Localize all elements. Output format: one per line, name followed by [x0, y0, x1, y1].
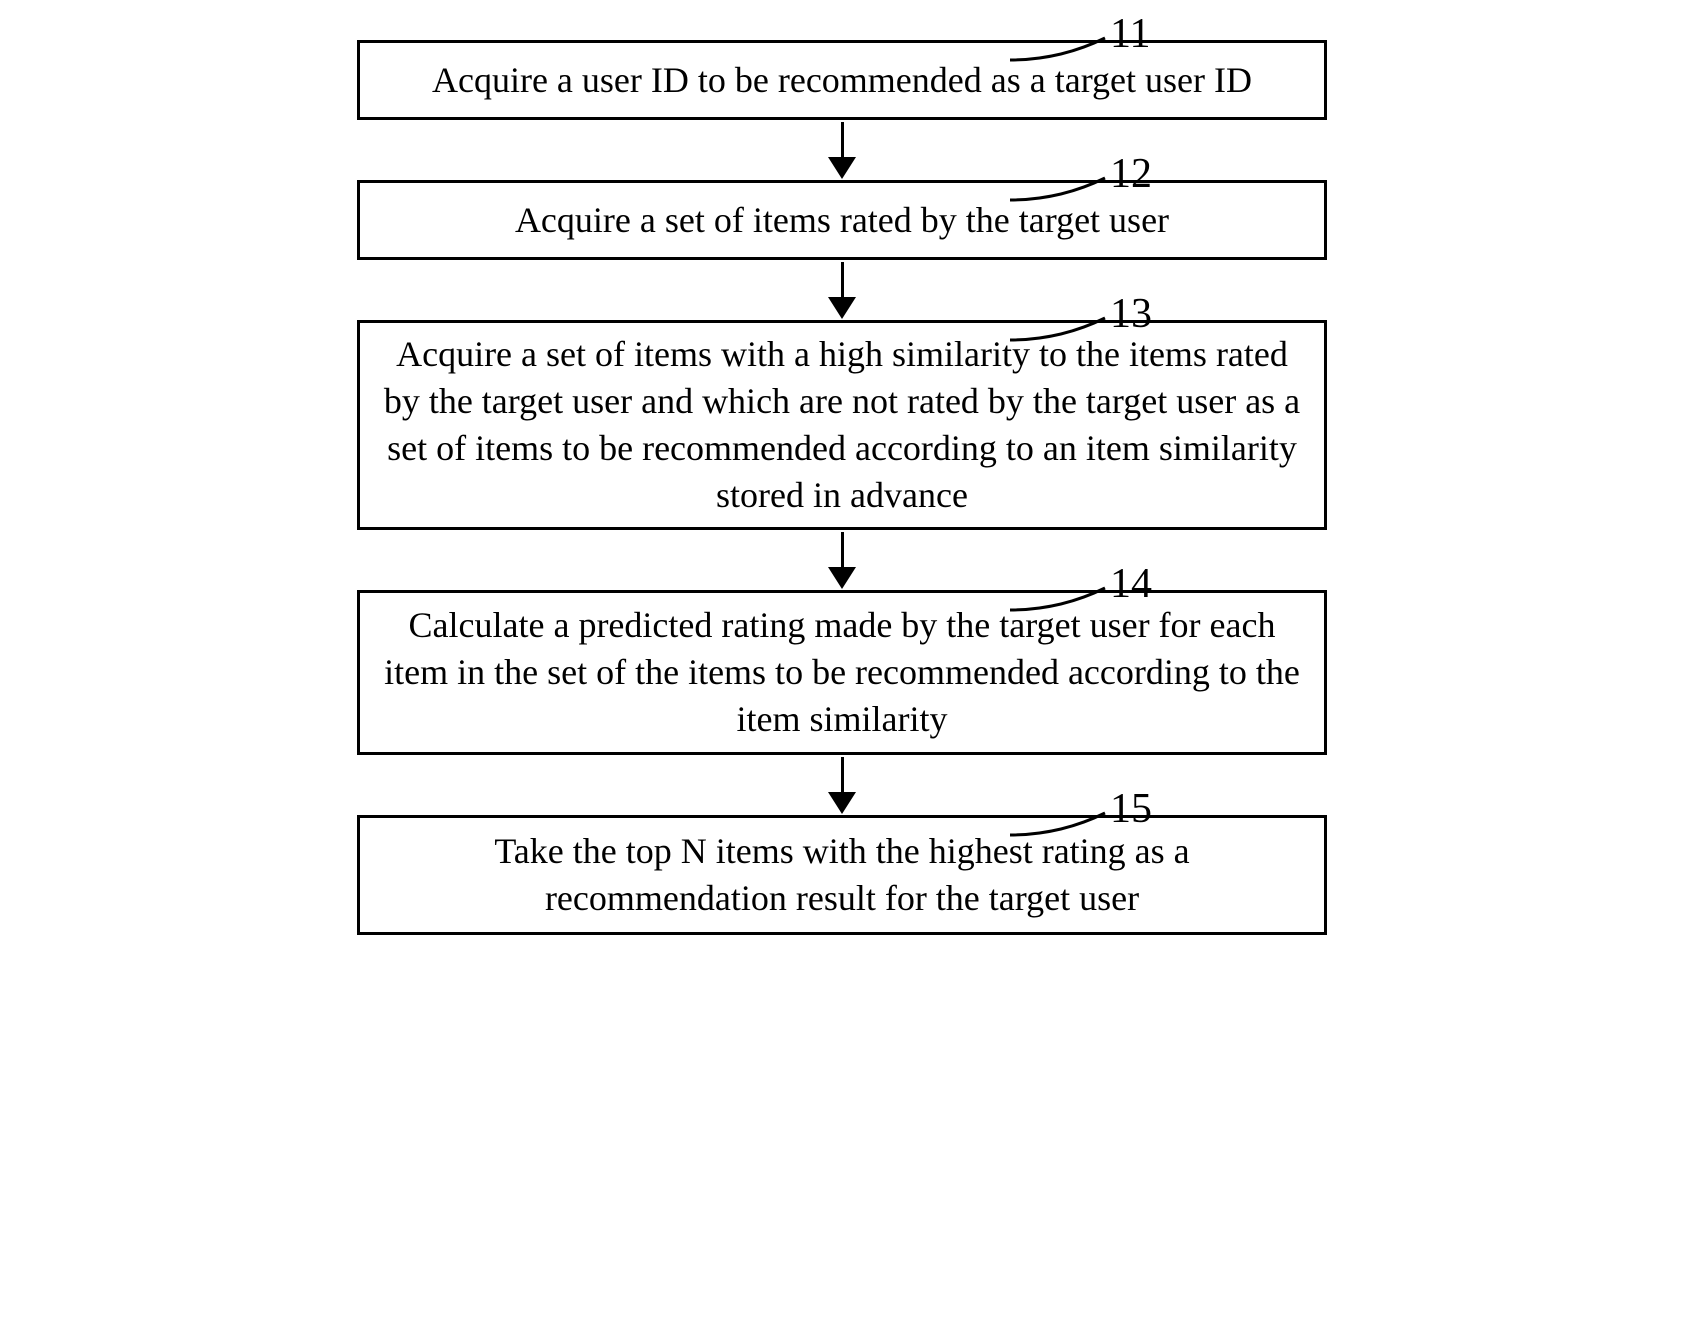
leader-line-14: [1010, 585, 1110, 615]
step-label-11: 11: [1110, 10, 1150, 58]
step-box-15: Take the top N items with the highest ra…: [357, 815, 1327, 935]
step-box-13: Acquire a set of items with a high simil…: [357, 320, 1327, 530]
step-box-14: Calculate a predicted rating made by the…: [357, 590, 1327, 755]
leader-line-12: [1010, 175, 1110, 205]
step-label-13: 13: [1110, 290, 1152, 338]
step-box-11: Acquire a user ID to be recommended as a…: [357, 40, 1327, 120]
step-text-11: Acquire a user ID to be recommended as a…: [432, 57, 1252, 104]
step-text-14: Calculate a predicted rating made by the…: [380, 602, 1304, 742]
step-text-15: Take the top N items with the highest ra…: [380, 828, 1304, 922]
leader-line-13: [1010, 315, 1110, 345]
step-label-12: 12: [1110, 150, 1152, 198]
leader-line-15: [1010, 810, 1110, 840]
arrow-13-14: [828, 530, 856, 590]
leader-line-11: [1010, 35, 1110, 65]
step-text-13: Acquire a set of items with a high simil…: [380, 331, 1304, 518]
arrow-11-12: [828, 120, 856, 180]
arrow-12-13: [828, 260, 856, 320]
flowchart-container: Acquire a user ID to be recommended as a…: [342, 40, 1342, 935]
step-label-14: 14: [1110, 560, 1152, 608]
arrow-14-15: [828, 755, 856, 815]
step-label-15: 15: [1110, 785, 1152, 833]
step-box-12: Acquire a set of items rated by the targ…: [357, 180, 1327, 260]
